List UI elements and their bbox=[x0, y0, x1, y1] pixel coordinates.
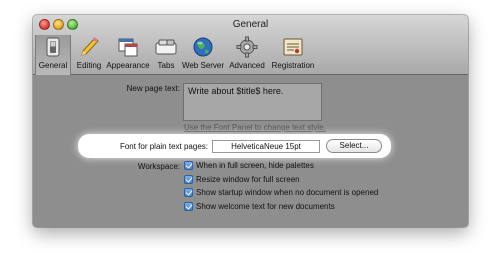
tabs-icon bbox=[155, 39, 177, 55]
tab-tabs[interactable]: Tabs bbox=[153, 35, 179, 75]
window-title: General bbox=[232, 19, 269, 30]
tab-general[interactable]: General bbox=[35, 35, 71, 75]
new-page-text-label: New page text: bbox=[126, 84, 180, 93]
preferences-toolbar: General Editing Appearance Tabs Web Serv… bbox=[33, 35, 468, 75]
checkbox-welcome-text[interactable]: Show welcome text for new documents bbox=[184, 202, 335, 213]
checkbox-label: When in full screen, hide palettes bbox=[196, 161, 314, 171]
tab-editing[interactable]: Editing bbox=[73, 35, 105, 75]
tab-tabs-label: Tabs bbox=[157, 61, 175, 70]
new-page-text-input[interactable]: Write about $title$ here. bbox=[183, 83, 322, 121]
tab-web-server[interactable]: Web Server bbox=[181, 35, 225, 75]
checkbox-label: Show startup window when no document is … bbox=[196, 188, 379, 198]
general-switch-icon bbox=[46, 37, 60, 57]
checkbox-label: Show welcome text for new documents bbox=[196, 202, 335, 212]
font-value-field: HelveticaNeue 15pt bbox=[212, 140, 320, 153]
tab-advanced-label: Advanced bbox=[229, 61, 265, 70]
checkbox-checked-icon[interactable] bbox=[184, 175, 193, 185]
checkbox-checked-icon[interactable] bbox=[184, 202, 193, 212]
tab-editing-label: Editing bbox=[76, 61, 102, 70]
tab-registration-label: Registration bbox=[271, 61, 315, 70]
checkbox-resize-window[interactable]: Resize window for full screen bbox=[184, 175, 300, 186]
select-font-button[interactable]: Select... bbox=[326, 139, 382, 153]
tab-advanced[interactable]: Advanced bbox=[227, 35, 267, 75]
checkbox-label: Resize window for full screen bbox=[196, 175, 300, 185]
checkbox-hide-palettes[interactable]: When in full screen, hide palettes bbox=[184, 161, 314, 172]
pencil-icon bbox=[81, 37, 99, 56]
workspace-label: Workspace: bbox=[137, 162, 180, 171]
globe-icon bbox=[193, 37, 213, 57]
appearance-icon bbox=[118, 38, 138, 57]
font-plain-text-label: Font for plain text pages: bbox=[119, 142, 208, 151]
registration-icon bbox=[283, 38, 303, 56]
checkbox-checked-icon[interactable] bbox=[184, 161, 193, 171]
tab-registration[interactable]: Registration bbox=[269, 35, 317, 75]
font-panel-link[interactable]: Use the Font Panel to change text style. bbox=[184, 123, 326, 132]
gear-icon bbox=[236, 36, 258, 58]
checkbox-checked-icon[interactable] bbox=[184, 188, 193, 198]
tab-appearance[interactable]: Appearance bbox=[105, 35, 151, 75]
checkbox-startup-window[interactable]: Show startup window when no document is … bbox=[184, 188, 378, 199]
tab-appearance-label: Appearance bbox=[106, 61, 150, 70]
tab-web-server-label: Web Server bbox=[181, 61, 225, 70]
title-bar: General General Editing Appearance Tabs … bbox=[33, 15, 468, 75]
tab-general-label: General bbox=[38, 61, 68, 70]
